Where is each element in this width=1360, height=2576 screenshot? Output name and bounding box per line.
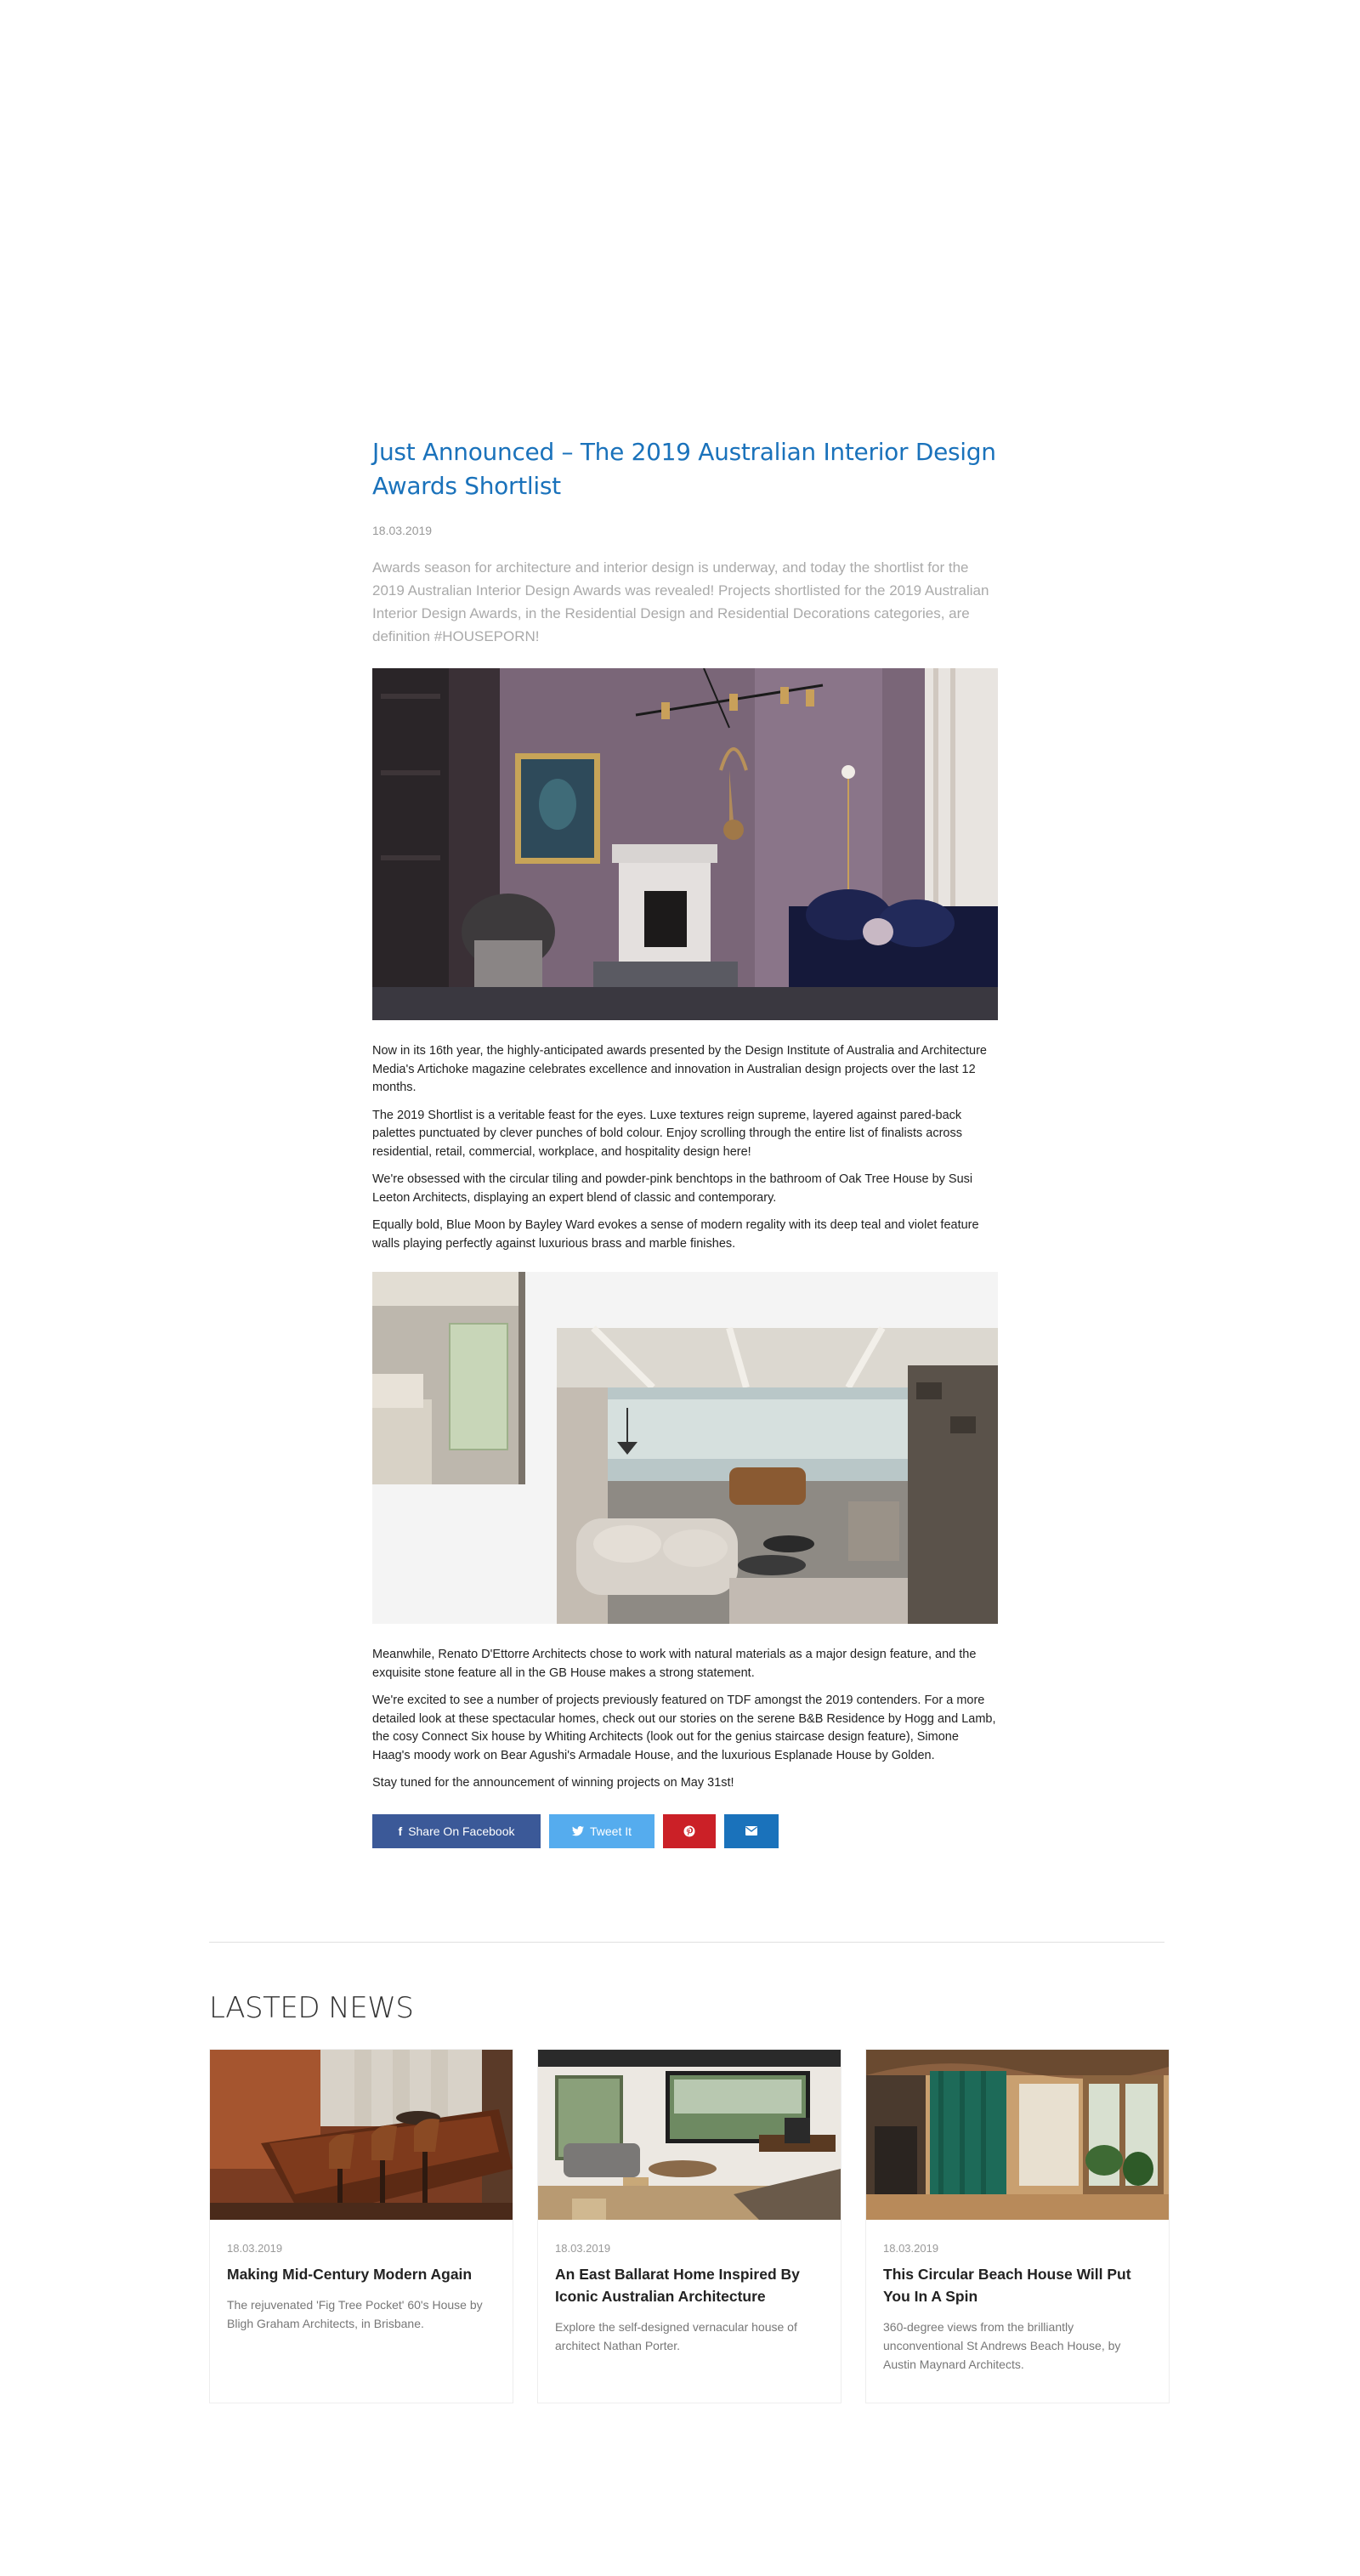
envelope-icon <box>745 1826 757 1836</box>
facebook-icon: f <box>398 1824 403 1838</box>
paragraph: We're excited to see a number of project… <box>372 1694 996 1762</box>
news-card-title[interactable]: This Circular Beach House Will Put You I… <box>883 2263 1152 2307</box>
section-divider <box>209 1942 1164 1943</box>
paragraph: Now in its 16th year, the highly-anticip… <box>372 1044 987 1094</box>
news-card[interactable]: 18.03.2019 Making Mid-Century Modern Aga… <box>209 2049 513 2403</box>
latest-news-heading: LASTED NEWS <box>209 1991 414 2025</box>
latest-news-cards: 18.03.2019 Making Mid-Century Modern Aga… <box>209 2049 1170 2403</box>
article-lead: Awards season for architecture and inter… <box>372 559 989 644</box>
news-card-title[interactable]: An East Ballarat Home Inspired By Iconic… <box>555 2263 824 2307</box>
article-body-part-2: Meanwhile, Renato D'Ettorre Architects c… <box>372 1646 998 1793</box>
news-card-title[interactable]: Making Mid-Century Modern Again <box>227 2263 496 2285</box>
article-title: Just Announced – The 2019 Australian Int… <box>372 438 996 500</box>
news-card[interactable]: 18.03.2019 An East Ballarat Home Inspire… <box>537 2049 842 2403</box>
news-card-image[interactable] <box>538 2050 841 2220</box>
share-facebook-button[interactable]: f Share On Facebook <box>372 1813 541 1848</box>
news-card-date: 18.03.2019 <box>555 2242 611 2255</box>
share-twitter-label: Tweet It <box>589 1824 632 1838</box>
paragraph: Stay tuned for the announcement of winni… <box>372 1776 734 1790</box>
news-card-description: 360-degree views from the brilliantly un… <box>883 2320 1121 2371</box>
twitter-icon <box>571 1825 584 1836</box>
article-date: 18.03.2019 <box>372 524 433 537</box>
hero-image-living-room <box>372 668 998 1020</box>
share-facebook-label: Share On Facebook <box>408 1824 515 1838</box>
share-pinterest-button[interactable] <box>663 1813 716 1848</box>
article: Just Announced – The 2019 Australian Int… <box>372 435 998 1848</box>
pinterest-icon <box>683 1825 695 1837</box>
news-card-body: 18.03.2019 Making Mid-Century Modern Aga… <box>210 2220 513 2333</box>
news-card-description: Explore the self-designed vernacular hou… <box>555 2320 797 2352</box>
share-twitter-button[interactable]: Tweet It <box>549 1813 654 1848</box>
share-email-button[interactable] <box>724 1813 779 1848</box>
news-card-body: 18.03.2019 An East Ballarat Home Inspire… <box>538 2220 841 2355</box>
news-card-date: 18.03.2019 <box>227 2242 283 2255</box>
news-card-description: The rejuvenated 'Fig Tree Pocket' 60's H… <box>227 2298 483 2330</box>
news-card-image[interactable] <box>866 2050 1169 2220</box>
news-card-date: 18.03.2019 <box>883 2242 939 2255</box>
paragraph: Equally bold, Blue Moon by Bayley Ward e… <box>372 1218 979 1251</box>
share-buttons: f Share On Facebook Tweet It <box>372 1813 998 1848</box>
paragraph: Meanwhile, Renato D'Ettorre Architects c… <box>372 1648 977 1680</box>
paragraph: The 2019 Shortlist is a veritable feast … <box>372 1108 962 1159</box>
news-card-image[interactable] <box>210 2050 513 2220</box>
paragraph: We're obsessed with the circular tiling … <box>372 1172 973 1205</box>
article-body-part-1: Now in its 16th year, the highly-anticip… <box>372 1042 998 1253</box>
collage-image-interiors <box>372 1272 998 1624</box>
news-card-body: 18.03.2019 This Circular Beach House Wil… <box>866 2220 1169 2374</box>
news-card[interactable]: 18.03.2019 This Circular Beach House Wil… <box>865 2049 1170 2403</box>
